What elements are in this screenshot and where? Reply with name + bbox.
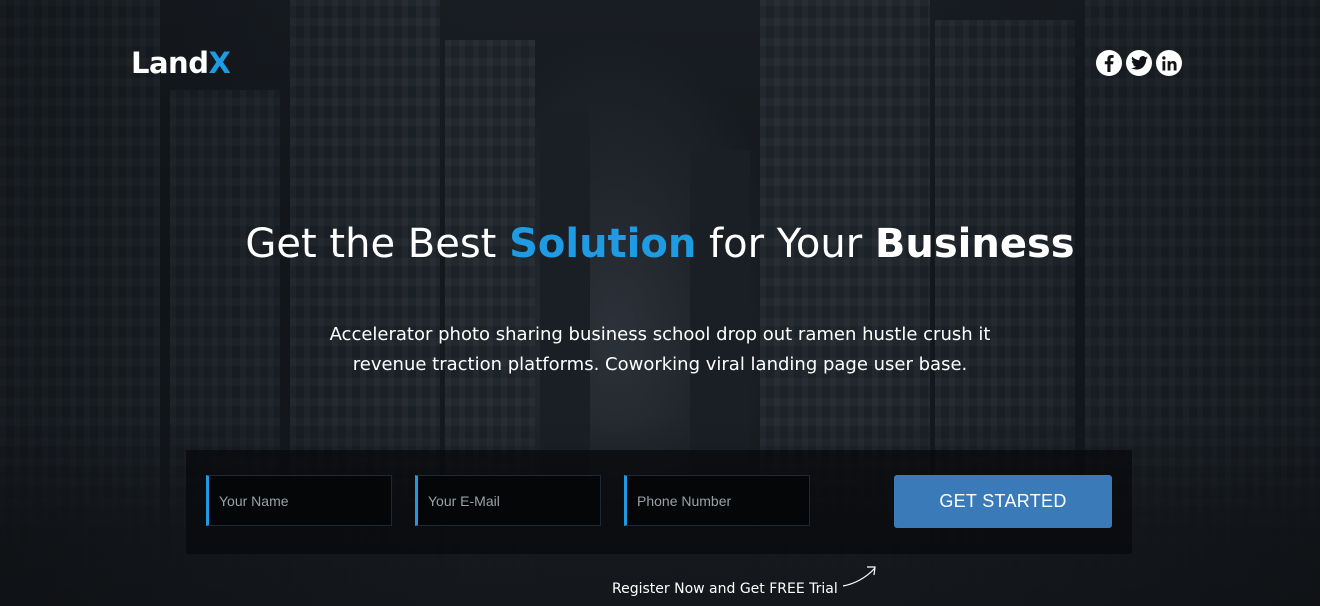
headline-bold: Business: [874, 221, 1075, 267]
headline-highlight: Solution: [509, 221, 697, 267]
headline-part2: for Your: [696, 221, 875, 267]
social-links: [1096, 50, 1182, 76]
get-started-button[interactable]: GET STARTED: [894, 475, 1112, 528]
free-trial-note: Register Now and Get FREE Trial: [612, 581, 838, 597]
email-input[interactable]: [415, 475, 601, 526]
linkedin-icon[interactable]: [1156, 50, 1182, 76]
name-input[interactable]: [206, 475, 392, 526]
signup-form: GET STARTED: [186, 450, 1132, 554]
logo-accent: X: [208, 46, 231, 80]
logo[interactable]: LandX: [131, 44, 231, 82]
facebook-icon[interactable]: [1096, 50, 1122, 76]
twitter-icon[interactable]: [1126, 50, 1152, 76]
logo-text: Land: [131, 46, 209, 80]
page-title: Get the Best Solution for Your Business: [0, 216, 1320, 272]
arrow-icon: [842, 566, 876, 587]
hero-subtitle: Accelerator photo sharing business schoo…: [329, 324, 991, 375]
hero-section: LandX Get the Best Solution for Your Bus…: [0, 0, 1320, 606]
phone-input[interactable]: [624, 475, 810, 526]
headline-part1: Get the Best: [245, 221, 510, 267]
